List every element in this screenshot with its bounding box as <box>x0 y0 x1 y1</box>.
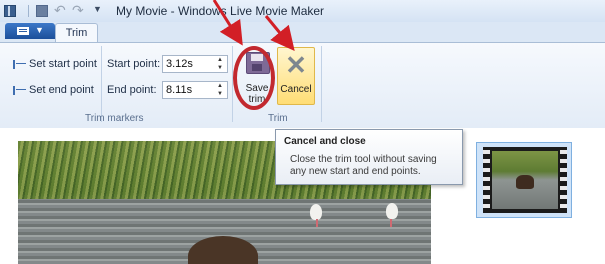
trim-markers-group-label: Trim markers <box>85 113 144 124</box>
tooltip-title: Cancel and close <box>284 136 366 147</box>
end-point-label: End point: <box>107 84 157 96</box>
cancel-label: Cancel <box>280 84 312 95</box>
gull-leg <box>390 219 392 227</box>
trim-group-label: Trim <box>268 113 288 124</box>
tooltip: Cancel and close Close the trim tool wit… <box>275 129 463 185</box>
film-frame <box>492 151 558 209</box>
set-end-point-icon <box>13 86 27 95</box>
film-holes <box>483 147 490 213</box>
gull-figure <box>310 204 322 220</box>
film-holes <box>560 147 567 213</box>
film-strip-icon <box>483 147 567 213</box>
end-point-spinner[interactable]: ▲ ▼ <box>215 82 225 98</box>
annotation-arrows <box>212 0 295 51</box>
tooltip-body: Close the trim tool without saving any n… <box>290 154 437 177</box>
gull-figure <box>386 203 398 219</box>
set-end-point-button[interactable]: Set end point <box>29 84 94 96</box>
gull-leg <box>316 219 318 227</box>
bear-figure <box>516 175 534 189</box>
